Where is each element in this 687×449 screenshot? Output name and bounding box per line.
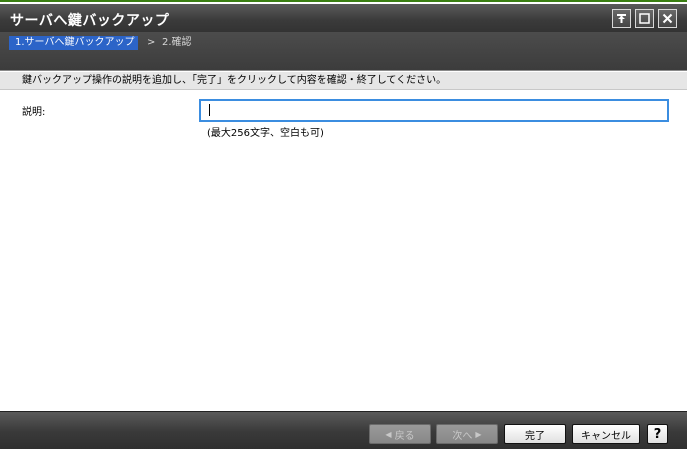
wizard-step-separator: >	[147, 37, 156, 48]
description-input[interactable]	[199, 99, 669, 122]
back-button-label: 戻る	[394, 430, 415, 442]
backup-key-dialog: サーバへ鍵バックアップ 1.サーバへ鍵バックアップ > 2.確認 鍵バックアップ…	[0, 0, 687, 449]
wizard-steps: 1.サーバへ鍵バックアップ > 2.確認	[0, 32, 687, 71]
description-hint: (最大256文字、空白も可)	[207, 128, 324, 139]
chevron-right-icon: ▶	[475, 429, 482, 439]
back-button[interactable]: ◀ 戻る	[369, 424, 431, 444]
title-bar[interactable]: サーバへ鍵バックアップ	[0, 4, 687, 32]
close-icon	[662, 13, 673, 24]
chevron-left-icon: ◀	[385, 429, 392, 439]
cancel-button-label: キャンセル	[581, 430, 631, 442]
next-button-label: 次へ	[452, 430, 473, 442]
finish-button-label: 完了	[525, 430, 545, 442]
wizard-step-current: 1.サーバへ鍵バックアップ	[9, 36, 138, 50]
wizard-step-confirm: 2.確認	[162, 37, 192, 48]
dialog-footer: ◀ 戻る 次へ ▶ 完了 キャンセル ?	[0, 411, 687, 449]
next-button[interactable]: 次へ ▶	[436, 424, 498, 444]
maximize-icon	[639, 13, 650, 24]
description-label: 説明:	[22, 107, 46, 118]
instruction-banner: 鍵バックアップ操作の説明を追加し、「完了」をクリックして内容を確認・終了してくだ…	[0, 72, 687, 90]
cancel-button[interactable]: キャンセル	[572, 424, 640, 444]
pin-icon	[617, 14, 626, 23]
help-icon: ?	[653, 426, 662, 442]
finish-button[interactable]: 完了	[504, 424, 566, 444]
text-caret	[209, 104, 210, 116]
close-button[interactable]	[658, 9, 677, 28]
help-button[interactable]: ?	[647, 424, 668, 444]
window-title: サーバへ鍵バックアップ	[10, 13, 170, 29]
maximize-button[interactable]	[635, 9, 654, 28]
pin-button[interactable]	[612, 9, 631, 28]
